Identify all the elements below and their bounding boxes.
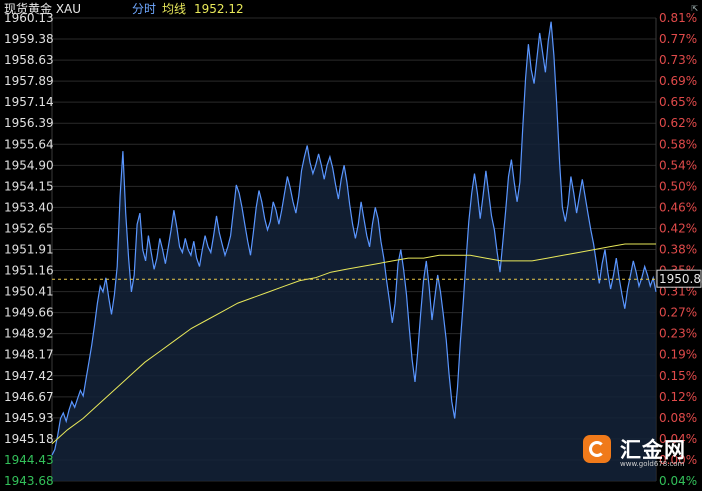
- y-tick-label-left: 1945.93: [4, 411, 54, 425]
- expand-icon[interactable]: ⇱: [688, 1, 701, 14]
- y-tick-label-left: 1957.14: [4, 95, 54, 109]
- left-axis-ticks: 1960.131959.381958.631957.891957.141956.…: [4, 11, 54, 488]
- y-tick-label-right: 0.23%: [659, 327, 697, 341]
- y-tick-label-right: 0.12%: [659, 390, 697, 404]
- y-tick-label-left: 1945.18: [4, 432, 54, 446]
- y-tick-label-right: 0.54%: [659, 158, 697, 172]
- chart-root: 1960.13 1959.38 1958.63 1957.89 1957.14 1956.…: [0, 0, 702, 491]
- y-tick-label-right: 0.50%: [659, 179, 697, 193]
- y-tick-label-right: 0.77%: [659, 32, 697, 46]
- y-tick-label-left: 1947.42: [4, 369, 54, 383]
- y-tick-label-right: 0.42%: [659, 221, 697, 235]
- y-tick-label-right: 0.46%: [659, 200, 697, 214]
- y-tick-label-left: 1946.67: [4, 390, 54, 404]
- y-tick-label-right: 0.73%: [659, 53, 697, 67]
- y-tick-label-left: 1959.38: [4, 32, 54, 46]
- ma-value: 1952.12: [194, 2, 244, 16]
- y-tick-label-left: 1944.43: [4, 453, 54, 467]
- mode-tab-intraday[interactable]: 分时: [132, 1, 156, 17]
- y-tick-label-right: 0.62%: [659, 116, 697, 130]
- y-tick-label-left: 1950.41: [4, 285, 54, 299]
- reference-price-badge: 1950.85: [656, 269, 702, 288]
- y-tick-label-left: 1951.16: [4, 264, 54, 278]
- y-tick-label-left: 1948.92: [4, 327, 54, 341]
- logo-url: www.gold678.com: [620, 460, 685, 468]
- y-tick-label-right: 0.19%: [659, 348, 697, 362]
- y-tick-label-left: 1943.68: [4, 474, 54, 488]
- right-axis-ticks: 0.81%0.77%0.73%0.69%0.65%0.62%0.58%0.54%…: [659, 11, 697, 488]
- y-tick-label-left: 1952.65: [4, 221, 54, 235]
- y-tick-label-right: 0.65%: [659, 95, 697, 109]
- y-tick-label-left: 1954.90: [4, 158, 54, 172]
- y-tick-label-left: 1948.17: [4, 348, 54, 362]
- intraday-chart: 1960.131959.381958.631957.891957.141956.…: [4, 11, 702, 488]
- y-tick-label-left: 1954.15: [4, 179, 54, 193]
- y-tick-label-left: 1957.89: [4, 74, 54, 88]
- chart-header: 现货黄金 XAU 分时 均线 1952.12: [0, 0, 702, 18]
- instrument-title: 现货黄金 XAU: [4, 2, 82, 16]
- ma-label: 均线: [162, 2, 187, 16]
- y-tick-label-left: 1951.91: [4, 243, 54, 257]
- y-tick-label-right: 0.04%: [659, 474, 697, 488]
- y-tick-label-left: 1953.40: [4, 200, 54, 214]
- y-tick-label-right: 0.15%: [659, 369, 697, 383]
- watermark-logo: 汇金网 www.gold678.com: [578, 430, 696, 470]
- y-tick-label-right: 0.38%: [659, 243, 697, 257]
- y-tick-label-right: 0.58%: [659, 137, 697, 151]
- y-tick-label-right: 0.27%: [659, 306, 697, 320]
- y-tick-label-right: 0.08%: [659, 411, 697, 425]
- y-tick-label-right: 0.69%: [659, 74, 697, 88]
- reference-price-label: 1950.85: [659, 272, 702, 286]
- y-tick-label-left: 1955.64: [4, 137, 54, 151]
- y-tick-label-left: 1958.63: [4, 53, 54, 67]
- logo-icon: [583, 435, 611, 463]
- y-tick-label-left: 1949.66: [4, 306, 54, 320]
- y-tick-label-left: 1956.39: [4, 116, 54, 130]
